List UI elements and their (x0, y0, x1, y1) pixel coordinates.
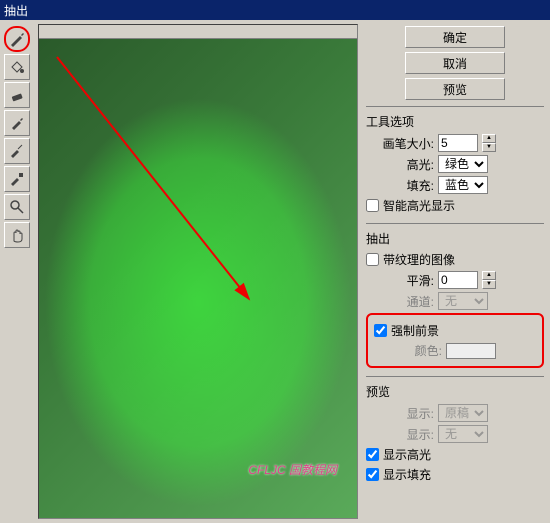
preview-image: CFLJC 国教程网 (39, 39, 357, 518)
extract-section: 抽出 带纹理的图像 平滑: ▲▼ 通道: 无 强制前景 颜色: (366, 223, 544, 370)
edge-touchup-tool[interactable] (4, 166, 30, 192)
textured-image-label: 带纹理的图像 (383, 251, 455, 268)
force-foreground-label: 强制前景 (391, 322, 439, 339)
brush-size-input[interactable] (438, 134, 478, 152)
preview-section: 预览 显示: 原稿 显示: 无 显示高光 显示填充 (366, 376, 544, 486)
show-label: 显示: (374, 405, 434, 422)
fill-color-select[interactable]: 蓝色 (438, 176, 488, 194)
show-highlight-checkbox[interactable] (366, 448, 379, 461)
color-label: 颜色: (382, 342, 442, 359)
eyedropper-tool[interactable] (4, 110, 30, 136)
fill-tool[interactable] (4, 54, 30, 80)
channel-select: 无 (438, 292, 488, 310)
highlight-color-select[interactable]: 绿色 (438, 155, 488, 173)
force-foreground-highlight: 强制前景 颜色: (366, 313, 544, 368)
brush-size-spinner[interactable]: ▲▼ (482, 134, 496, 152)
show-select: 原稿 (438, 404, 488, 422)
canvas-ruler (39, 25, 357, 39)
cancel-button[interactable]: 取消 (405, 52, 505, 74)
smart-highlight-label: 智能高光显示 (383, 197, 455, 214)
tool-options-title: 工具选项 (366, 113, 544, 130)
smooth-spinner[interactable]: ▲▼ (482, 271, 496, 289)
preview-button[interactable]: 预览 (405, 78, 505, 100)
smart-highlight-checkbox[interactable] (366, 199, 379, 212)
show-highlight-label: 显示高光 (383, 446, 431, 463)
cleanup-tool[interactable] (4, 138, 30, 164)
highlight-color-label: 高光: (374, 156, 434, 173)
options-panel: 确定 取消 预览 工具选项 画笔大小: ▲▼ 高光: 绿色 填充: 蓝色 智能高… (364, 24, 546, 519)
hand-tool[interactable] (4, 222, 30, 248)
fill-color-label: 填充: (374, 177, 434, 194)
show-fill-checkbox[interactable] (366, 468, 379, 481)
textured-image-checkbox[interactable] (366, 253, 379, 266)
display-select: 无 (438, 425, 488, 443)
ok-button[interactable]: 确定 (405, 26, 505, 48)
window-title: 抽出 (4, 2, 28, 19)
smooth-label: 平滑: (374, 272, 434, 289)
edge-highlighter-tool[interactable] (4, 26, 30, 52)
force-foreground-checkbox[interactable] (374, 324, 387, 337)
smooth-input[interactable] (438, 271, 478, 289)
watermark-text: CFLJC 国教程网 (248, 461, 337, 478)
eraser-tool[interactable] (4, 82, 30, 108)
highlight-overlay (39, 39, 357, 518)
show-fill-label: 显示填充 (383, 466, 431, 483)
preview-section-title: 预览 (366, 383, 544, 400)
image-canvas[interactable]: CFLJC 国教程网 (38, 24, 358, 519)
extract-title: 抽出 (366, 230, 544, 247)
channel-label: 通道: (374, 293, 434, 310)
toolbar (4, 24, 32, 519)
display-label: 显示: (374, 426, 434, 443)
brush-size-label: 画笔大小: (374, 135, 434, 152)
foreground-color-swatch[interactable] (446, 343, 496, 359)
tool-options-section: 工具选项 画笔大小: ▲▼ 高光: 绿色 填充: 蓝色 智能高光显示 (366, 106, 544, 217)
zoom-tool[interactable] (4, 194, 30, 220)
